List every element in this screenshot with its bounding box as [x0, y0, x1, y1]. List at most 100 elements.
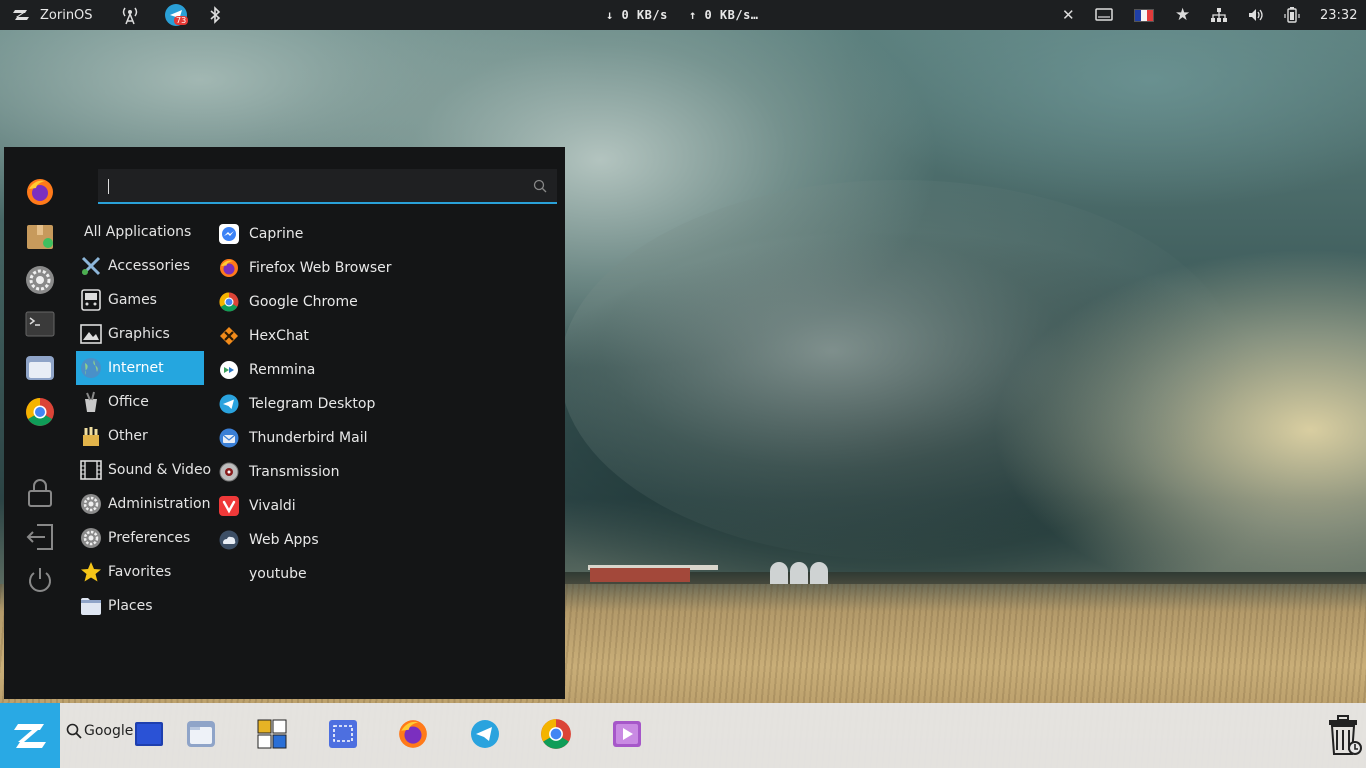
category-sound-video[interactable]: Sound & Video: [76, 453, 211, 487]
telegram-badge: 73: [174, 16, 189, 25]
firefox-icon: [399, 720, 427, 748]
app-label: Transmission: [249, 464, 340, 480]
workspace-icon: [135, 722, 163, 746]
screenshot-icon: [329, 720, 357, 748]
bluetooth-icon: [210, 6, 221, 24]
close-tray[interactable]: ✕: [1062, 0, 1075, 30]
network-icon: [1211, 8, 1227, 22]
keyboard-layout-tray[interactable]: [1134, 0, 1154, 30]
taskbar-telegram[interactable]: [468, 717, 502, 751]
category-label: All Applications: [84, 224, 192, 240]
red-barn: [590, 568, 690, 582]
trash-button[interactable]: [1326, 715, 1362, 757]
app-remmina[interactable]: Remmina: [218, 353, 548, 387]
telegram-tray[interactable]: 73: [165, 0, 189, 30]
category-administration[interactable]: Administration: [76, 487, 210, 521]
administration-icon: [80, 493, 102, 515]
app-label: youtube: [249, 566, 307, 582]
category-office[interactable]: Office: [76, 385, 204, 419]
vivaldi-icon: [218, 495, 240, 517]
telegram-icon: [218, 393, 240, 415]
app-telegram-desktop[interactable]: Telegram Desktop: [218, 387, 548, 421]
category-label: Administration: [108, 496, 211, 512]
category-all-applications[interactable]: All Applications: [76, 215, 204, 249]
caprine-icon: [218, 223, 240, 245]
category-accessories[interactable]: Accessories: [76, 249, 204, 283]
app-label: Remmina: [249, 362, 316, 378]
fav-firefox[interactable]: [24, 176, 56, 208]
search-input[interactable]: [98, 169, 557, 202]
network-antenna-tray[interactable]: [119, 0, 141, 30]
search-icon: [66, 723, 82, 739]
zorin-menu-button[interactable]: [0, 703, 60, 768]
software-store-icon: [27, 225, 53, 249]
taskbar-firefox[interactable]: [396, 717, 430, 751]
app-google-chrome[interactable]: Google Chrome: [218, 285, 548, 319]
display-tray[interactable]: [1095, 0, 1113, 30]
clock[interactable]: 23:32: [1320, 0, 1357, 30]
app-thunderbird[interactable]: Thunderbird Mail: [218, 421, 548, 455]
bluetooth-tray[interactable]: [208, 0, 222, 30]
category-preferences[interactable]: Preferences: [76, 521, 204, 555]
category-other[interactable]: Other: [76, 419, 204, 453]
category-label: Places: [108, 598, 153, 614]
taskbar-chrome[interactable]: [539, 717, 573, 751]
app-hexchat[interactable]: HexChat: [218, 319, 548, 353]
telegram-icon: [471, 720, 499, 748]
menu-search[interactable]: [98, 169, 557, 204]
app-vivaldi[interactable]: Vivaldi: [218, 489, 548, 523]
star-icon: ★: [1175, 4, 1191, 25]
fav-terminal[interactable]: [24, 308, 56, 340]
battery-tray[interactable]: [1284, 0, 1300, 30]
chrome-icon: [26, 398, 54, 426]
fav-files[interactable]: [24, 352, 56, 384]
app-transmission[interactable]: Transmission: [218, 455, 548, 489]
terminal-icon: [25, 311, 55, 337]
preferences-icon: [80, 527, 102, 549]
fav-settings[interactable]: [24, 264, 56, 296]
network-tray[interactable]: [1210, 0, 1228, 30]
search-icon: [533, 179, 547, 193]
category-places[interactable]: Places: [76, 589, 204, 623]
taskbar-office-suite[interactable]: [255, 717, 289, 751]
power-icon: [29, 568, 51, 592]
app-youtube[interactable]: youtube: [218, 557, 548, 591]
logout-button[interactable]: [24, 521, 56, 553]
app-label: HexChat: [249, 328, 309, 344]
category-label: Sound & Video: [108, 462, 212, 478]
taskbar-workspace[interactable]: [132, 717, 166, 751]
taskbar-screenshot[interactable]: [326, 717, 360, 751]
category-graphics[interactable]: Graphics: [76, 317, 204, 351]
files-icon: [187, 721, 215, 747]
favorites-tray[interactable]: ★: [1175, 0, 1190, 30]
graphics-icon: [80, 323, 102, 345]
activities-button[interactable]: ZorinOS: [10, 0, 93, 30]
fav-chrome[interactable]: [24, 396, 56, 428]
games-icon: [80, 289, 102, 311]
volume-tray[interactable]: [1247, 0, 1265, 30]
app-web-apps[interactable]: Web Apps: [218, 523, 548, 557]
taskbar-video-player[interactable]: [610, 717, 644, 751]
remmina-icon: [218, 359, 240, 381]
trash-icon: [1329, 715, 1362, 755]
keyboard-layout-flag-icon: [1134, 8, 1154, 22]
category-favorites[interactable]: Favorites: [76, 555, 204, 589]
category-label: Office: [108, 394, 149, 410]
logout-icon: [26, 524, 53, 550]
app-label: Caprine: [249, 226, 304, 242]
taskbar: Google: [0, 703, 1366, 768]
taskbar-files[interactable]: [184, 717, 218, 751]
firefox-icon: [218, 257, 240, 279]
app-firefox[interactable]: Firefox Web Browser: [218, 251, 548, 285]
power-button[interactable]: [24, 564, 56, 596]
fav-software-store[interactable]: [24, 220, 56, 252]
category-games[interactable]: Games: [76, 283, 204, 317]
taskbar-search[interactable]: Google: [66, 723, 133, 739]
app-caprine[interactable]: Caprine: [218, 217, 548, 251]
application-list: Caprine Firefox Web Browser Google Chrom…: [218, 217, 548, 591]
lock-button[interactable]: [24, 477, 56, 509]
youtube-blank-icon: [218, 563, 240, 585]
app-label: Thunderbird Mail: [249, 430, 368, 446]
battery-icon: [1284, 7, 1300, 23]
category-internet[interactable]: Internet: [76, 351, 204, 385]
